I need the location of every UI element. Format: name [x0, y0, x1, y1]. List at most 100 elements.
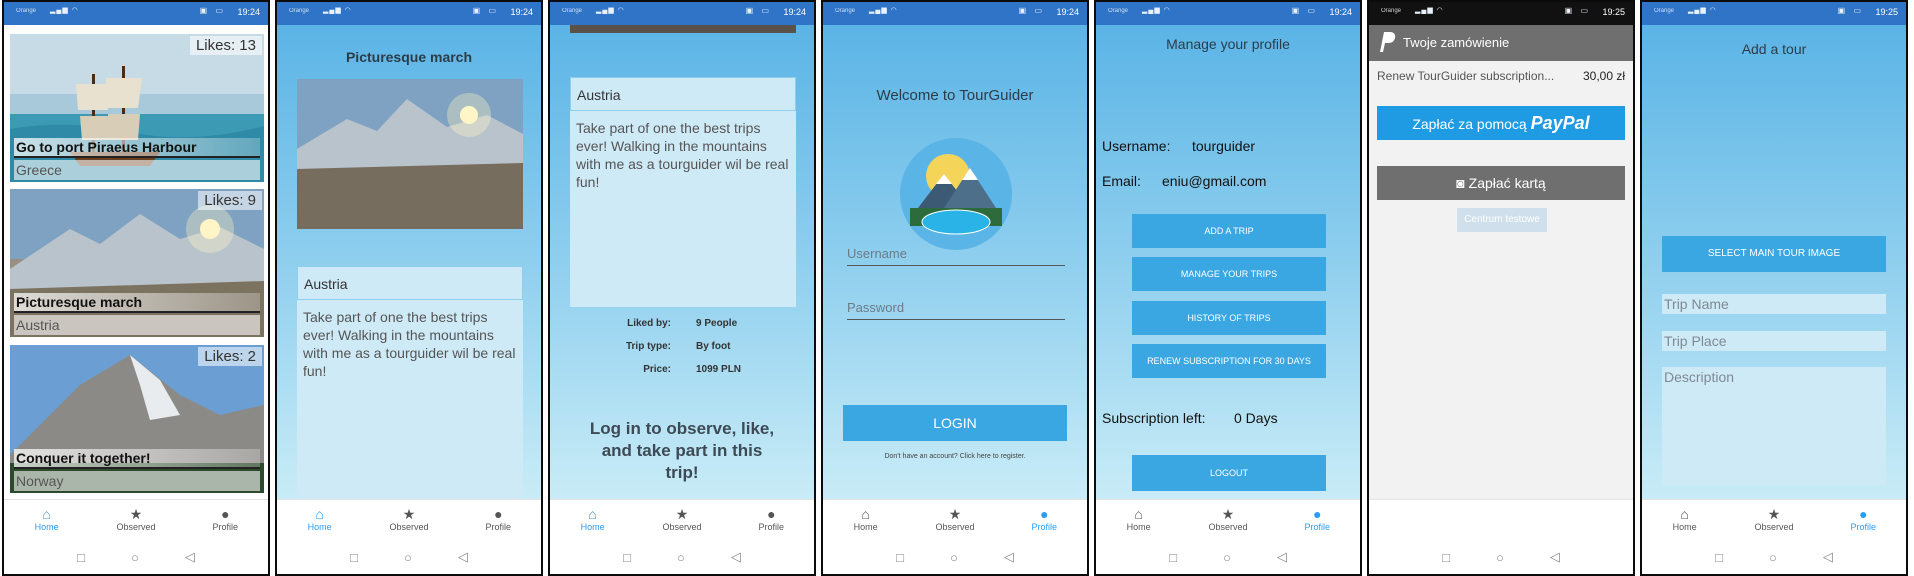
bottom-navigation: ⌂ Home ★ Observed ● Profile [821, 499, 1089, 538]
login-prompt: Log in to observe, like, and take part i… [589, 419, 775, 482]
star-icon: ★ [129, 506, 143, 522]
back-icon[interactable]: ◁ [1004, 549, 1014, 565]
status-bar: Orange ▂▄▆ ◠ ▣ ▭ 19:24 [275, 0, 543, 25]
tour-detail-screen[interactable]: Picturesque march Austria Take part of o… [275, 25, 543, 500]
battery-icon: ▣ ▭ [1018, 6, 1045, 15]
recents-icon[interactable]: □ [350, 550, 358, 565]
history-trips-button[interactable]: HISTORY OF TRIPS [1132, 301, 1326, 335]
paypal-screen: Twoje zamówienie Renew TourGuider subscr… [1367, 25, 1635, 500]
carrier-label: Orange [1108, 8, 1129, 14]
nav-home[interactable]: ⌂ Home [553, 506, 633, 532]
likes-badge: Likes: 2 [198, 347, 262, 366]
select-image-button[interactable]: SELECT MAIN TOUR IMAGE [1662, 236, 1886, 272]
home-circle-icon[interactable]: ○ [1496, 550, 1504, 565]
likes-badge: Likes: 13 [189, 36, 262, 55]
nav-observed[interactable]: ★ Observed [915, 506, 995, 532]
nav-observed[interactable]: ★ Observed [96, 506, 176, 532]
order-amount: 30,00 zł [1582, 69, 1625, 83]
home-circle-icon[interactable]: ○ [131, 550, 139, 565]
person-icon: ● [494, 506, 503, 522]
clock: 19:24 [783, 7, 806, 17]
back-icon[interactable]: ◁ [1823, 549, 1833, 565]
back-icon[interactable]: ◁ [458, 549, 468, 565]
recents-icon[interactable]: □ [77, 550, 85, 565]
description-input[interactable]: Description [1662, 367, 1886, 485]
carrier-label: Orange [562, 8, 583, 14]
nav-observed[interactable]: ★ Observed [1188, 506, 1268, 532]
home-circle-icon[interactable]: ○ [1223, 550, 1231, 565]
signal-icon: ▂▄▆ ◠ [1415, 7, 1444, 14]
test-center-button[interactable]: Centrum testowe [1457, 208, 1547, 232]
recents-icon[interactable]: □ [1169, 550, 1177, 565]
star-icon: ★ [948, 506, 962, 522]
status-bar: Orange ▂▄▆ ◠ ▣ ▭ 19:24 [821, 0, 1089, 25]
nav-profile[interactable]: ● Profile [185, 506, 265, 532]
person-icon: ● [221, 506, 230, 522]
battery-icon: ▣ ▭ [1564, 6, 1591, 15]
back-icon[interactable]: ◁ [1550, 549, 1560, 565]
clock: 19:25 [1602, 7, 1625, 17]
home-circle-icon[interactable]: ○ [404, 550, 412, 565]
profile-screen: Manage your profile Username: tourguider… [1094, 25, 1362, 500]
info-value: 9 People [696, 318, 738, 329]
password-field[interactable]: Password [847, 297, 1065, 320]
info-value: By foot [696, 341, 731, 352]
tour-place: Norway [14, 471, 260, 491]
nav-label: Observed [935, 522, 975, 532]
nav-label: Home [307, 522, 332, 532]
home-circle-icon[interactable]: ○ [677, 550, 685, 565]
signal-icon: ▂▄▆ ◠ [50, 7, 79, 14]
nav-observed[interactable]: ★ Observed [642, 506, 722, 532]
battery-icon: ▣ ▭ [1837, 6, 1864, 15]
page-title: Manage your profile [1166, 36, 1290, 52]
nav-label: Profile [1850, 522, 1877, 532]
home-circle-icon[interactable]: ○ [950, 550, 958, 565]
phone-profile: Orange ▂▄▆ ◠ ▣ ▭ 19:24 Manage your profi… [1094, 0, 1362, 576]
add-trip-button[interactable]: ADD A TRIP [1132, 214, 1326, 248]
username-field[interactable]: Username [847, 243, 1065, 266]
register-link[interactable]: Don't have an account? Click here to reg… [821, 453, 1089, 460]
card-button-label: Zapłać kartą [1468, 175, 1546, 191]
nav-profile[interactable]: ● Profile [1004, 506, 1084, 532]
subscription-label: Subscription left: [1102, 410, 1206, 426]
username-row: Username: tourguider [1102, 138, 1255, 154]
tour-list-screen[interactable]: Likes: 13 Go to port Piraeus Harbour Gre… [2, 25, 270, 500]
back-icon[interactable]: ◁ [1277, 549, 1287, 565]
nav-profile[interactable]: ● Profile [458, 506, 538, 532]
recents-icon[interactable]: □ [1715, 550, 1723, 565]
nav-home[interactable]: ⌂ Home [826, 506, 906, 532]
back-icon[interactable]: ◁ [185, 549, 195, 565]
email-label: Email: [1102, 173, 1141, 189]
trip-name-input[interactable]: Trip Name [1662, 294, 1886, 314]
renew-subscription-button[interactable]: RENEW SUBSCRIPTION FOR 30 DAYS [1132, 344, 1326, 378]
recents-icon[interactable]: □ [1442, 550, 1450, 565]
tour-card[interactable]: Likes: 13 Go to port Piraeus Harbour Gre… [10, 34, 264, 182]
person-icon: ● [1040, 506, 1049, 522]
tour-detail-screen[interactable]: Austria Take part of one the best trips … [548, 25, 816, 500]
home-circle-icon[interactable]: ○ [1769, 550, 1777, 565]
nav-profile[interactable]: ● Profile [1823, 506, 1903, 532]
nav-home[interactable]: ⌂ Home [1099, 506, 1179, 532]
nav-label: Home [1672, 522, 1697, 532]
nav-observed[interactable]: ★ Observed [369, 506, 449, 532]
nav-profile[interactable]: ● Profile [731, 506, 811, 532]
tour-title: Conquer it together! [14, 449, 260, 469]
tour-card[interactable]: Likes: 9 Picturesque march Austria [10, 189, 264, 337]
pay-with-paypal-button[interactable]: Zapłać za pomocą PayPal [1377, 106, 1625, 140]
recents-icon[interactable]: □ [896, 550, 904, 565]
nav-home[interactable]: ⌂ Home [7, 506, 87, 532]
logout-button[interactable]: LOGOUT [1132, 455, 1326, 491]
pay-with-card-button[interactable]: ◙ Zapłać kartą [1377, 166, 1625, 200]
nav-profile[interactable]: ● Profile [1277, 506, 1357, 532]
login-button[interactable]: LOGIN [843, 405, 1067, 441]
login-screen: Welcome to TourGuider Username Password … [821, 25, 1089, 500]
recents-icon[interactable]: □ [623, 550, 631, 565]
trip-place-input[interactable]: Trip Place [1662, 331, 1886, 351]
nav-home[interactable]: ⌂ Home [280, 506, 360, 532]
back-icon[interactable]: ◁ [731, 549, 741, 565]
tour-card[interactable]: Likes: 2 Conquer it together! Norway [10, 345, 264, 493]
carrier-label: Orange [1381, 8, 1402, 14]
manage-trips-button[interactable]: MANAGE YOUR TRIPS [1132, 257, 1326, 291]
nav-observed[interactable]: ★ Observed [1734, 506, 1814, 532]
nav-home[interactable]: ⌂ Home [1645, 506, 1725, 532]
